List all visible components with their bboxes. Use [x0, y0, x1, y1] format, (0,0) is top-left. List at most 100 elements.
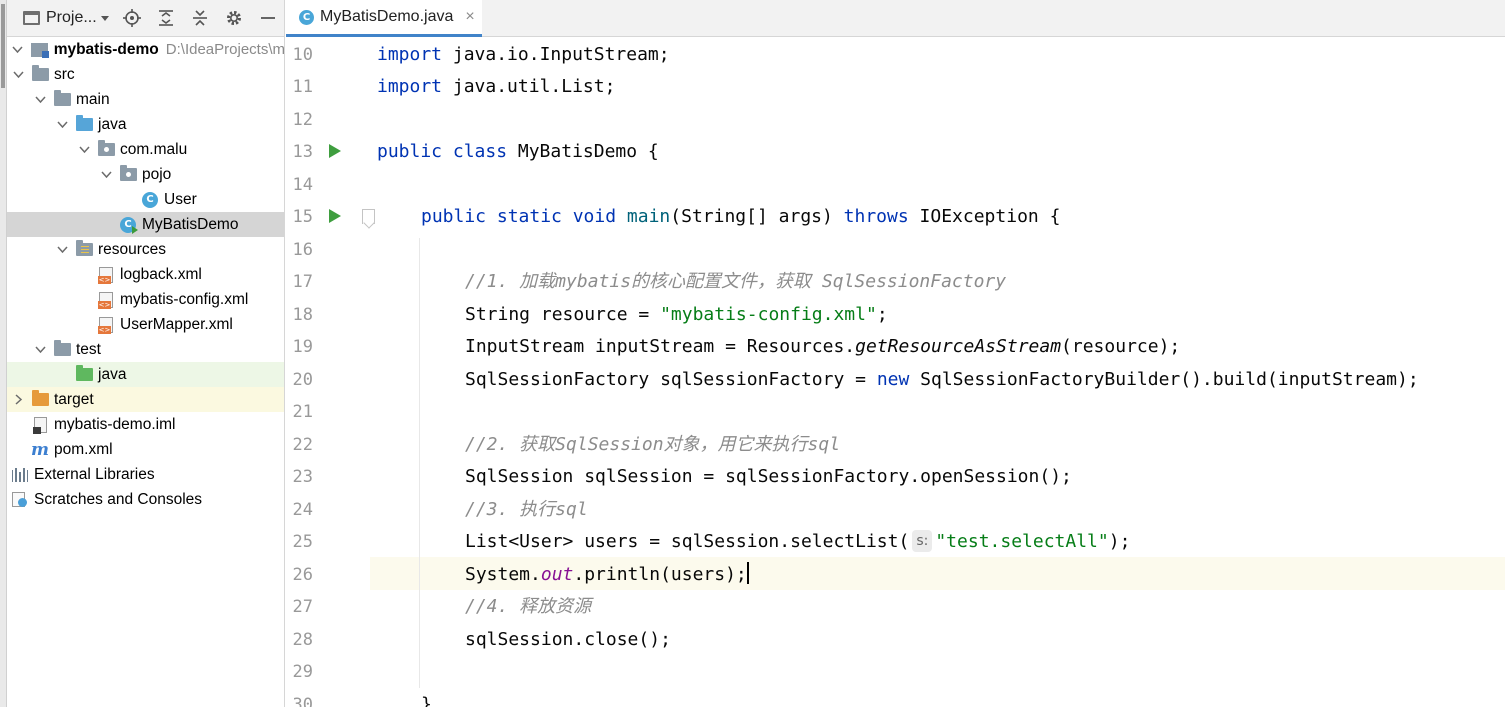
line-number: 28: [292, 630, 313, 650]
tree-item-label: com.malu: [120, 140, 188, 158]
line-number: 24: [292, 500, 313, 520]
code-line-11: import java.util.List;: [377, 76, 616, 97]
tree-item-com-malu[interactable]: com.malu: [7, 137, 284, 162]
line-number: 27: [292, 597, 313, 617]
tree-item-java[interactable]: java: [7, 112, 284, 137]
chevron-right-icon[interactable]: [11, 393, 25, 407]
run-icon[interactable]: [329, 209, 341, 223]
tree-item-label: resources: [98, 240, 167, 258]
tree-item-label: Scratches and Consoles: [34, 490, 203, 508]
line-number: 11: [292, 77, 313, 97]
maven-icon: m: [31, 439, 49, 460]
tree-item-label: target: [54, 390, 94, 408]
collapse-all-icon[interactable]: [183, 0, 217, 37]
code-line-17: //1. 加载mybatis的核心配置文件，获取 SqlSessionFacto…: [465, 271, 1007, 292]
tree-item-test-java[interactable]: java: [7, 362, 284, 387]
line-number: 10: [292, 45, 313, 65]
tree-item-logback-xml[interactable]: logback.xml: [7, 262, 284, 287]
expand-all-icon[interactable]: [149, 0, 183, 37]
tree-item-usermapper-xml[interactable]: UserMapper.xml: [7, 312, 284, 337]
tree-item-label: mybatis-demo.iml: [54, 415, 176, 433]
libraries-icon: [11, 467, 29, 483]
tool-window-stripe: [0, 0, 7, 707]
tree-item-user[interactable]: C User: [7, 187, 284, 212]
code-line-26: System.out.println(users);: [465, 562, 749, 585]
package-icon: [97, 140, 115, 158]
gear-icon[interactable]: [217, 0, 251, 37]
tree-item-label: mybatis-demo: [53, 40, 159, 58]
module-icon: [31, 42, 50, 58]
tree-item-resources[interactable]: resources: [7, 237, 284, 262]
code-line-18: String resource = "mybatis-config.xml";: [465, 304, 888, 325]
line-number: 13: [292, 142, 313, 162]
chevron-down-icon[interactable]: [99, 168, 113, 182]
tree-item-label: User: [164, 190, 197, 208]
code-line-20: SqlSessionFactory sqlSessionFactory = ne…: [465, 369, 1419, 390]
tree-item-mybatis-demo-iml[interactable]: mybatis-demo.iml: [7, 412, 284, 437]
xml-file-icon: [97, 316, 115, 334]
tree-item-mybatis-config-xml[interactable]: mybatis-config.xml: [7, 287, 284, 312]
code-line-19: InputStream inputStream = Resources.getR…: [465, 336, 1181, 357]
code-line-28: sqlSession.close();: [465, 629, 671, 650]
tree-item-label: External Libraries: [34, 465, 155, 483]
code-line-13: public class MyBatisDemo {: [377, 141, 659, 162]
tree-item-label: src: [54, 65, 75, 83]
tree-item-main[interactable]: main: [7, 87, 284, 112]
chevron-down-icon[interactable]: [55, 118, 69, 132]
excluded-folder-icon: [31, 390, 49, 408]
scratches-icon: [11, 491, 29, 508]
line-number: 15: [292, 207, 313, 227]
project-toolbar: Proje...: [7, 0, 284, 37]
code-editor: C MyBatisDemo.java × 10 11 12 13 14 15 1…: [286, 0, 1505, 707]
project-view-dropdown[interactable]: Proje...: [7, 0, 115, 37]
run-icon[interactable]: [329, 144, 341, 158]
tree-item-label: pom.xml: [54, 440, 113, 458]
project-view-label: Proje...: [46, 9, 97, 26]
editor-tab-bar: C MyBatisDemo.java ×: [286, 0, 1505, 37]
close-icon[interactable]: ×: [465, 8, 474, 26]
chevron-down-icon[interactable]: [11, 68, 25, 82]
chevron-down-icon[interactable]: [33, 93, 47, 107]
tree-item-pom-xml[interactable]: m pom.xml: [7, 437, 284, 462]
tab-mybatisdemo-java[interactable]: C MyBatisDemo.java ×: [286, 0, 482, 37]
line-number: 14: [292, 175, 313, 195]
tree-item-label: test: [76, 340, 101, 358]
chevron-down-icon[interactable]: [33, 343, 47, 357]
project-stripe-button[interactable]: [1, 4, 5, 88]
xml-file-icon: [97, 266, 115, 284]
line-number: 19: [292, 337, 313, 357]
code-line-23: SqlSession sqlSession = sqlSessionFactor…: [465, 466, 1072, 487]
chevron-down-icon[interactable]: [55, 243, 69, 257]
parameter-hint: s:: [912, 530, 933, 552]
tree-item-test[interactable]: test: [7, 337, 284, 362]
code-area[interactable]: import java.io.InputStream; import java.…: [370, 37, 1505, 707]
chevron-down-icon[interactable]: [77, 143, 91, 157]
tree-item-label: mybatis-config.xml: [120, 290, 249, 308]
tree-item-pojo[interactable]: pojo: [7, 162, 284, 187]
line-number: 12: [292, 110, 313, 130]
locate-icon[interactable]: [115, 0, 149, 37]
tree-item-mybatis-demo[interactable]: mybatis-demo D:\IdeaProjects\m: [7, 37, 284, 62]
tree-item-mybatisdemo[interactable]: C MyBatisDemo: [7, 212, 284, 237]
code-line-25: List<User> users = sqlSession.selectList…: [465, 530, 1131, 552]
hide-panel-icon[interactable]: [251, 0, 284, 37]
line-number: 18: [292, 305, 313, 325]
line-number: 26: [292, 565, 313, 585]
test-source-folder-icon: [75, 365, 93, 383]
tree-item-label: logback.xml: [120, 265, 202, 283]
code-line-22: //2. 获取SqlSession对象，用它来执行sql: [465, 434, 841, 455]
tree-item-label: java: [98, 365, 127, 383]
tree-item-target[interactable]: target: [7, 387, 284, 412]
line-number: 16: [292, 240, 313, 260]
gutter: 10 11 12 13 14 15 16 17 18 19 20 21 22 2…: [286, 37, 375, 707]
tree-item-external-libraries[interactable]: External Libraries: [7, 462, 284, 487]
project-tool-window: Proje... mybatis-demo D:\IdeaProjects\m: [0, 0, 285, 707]
tree-item-src[interactable]: src: [7, 62, 284, 87]
chevron-down-icon[interactable]: [11, 43, 25, 57]
xml-file-icon: [97, 291, 115, 309]
tree-item-scratches[interactable]: Scratches and Consoles: [7, 487, 284, 512]
code-line-24: //3. 执行sql: [465, 499, 588, 520]
tab-label: MyBatisDemo.java: [320, 8, 454, 25]
line-number: 22: [292, 435, 313, 455]
chevron-down-icon: [100, 15, 109, 21]
